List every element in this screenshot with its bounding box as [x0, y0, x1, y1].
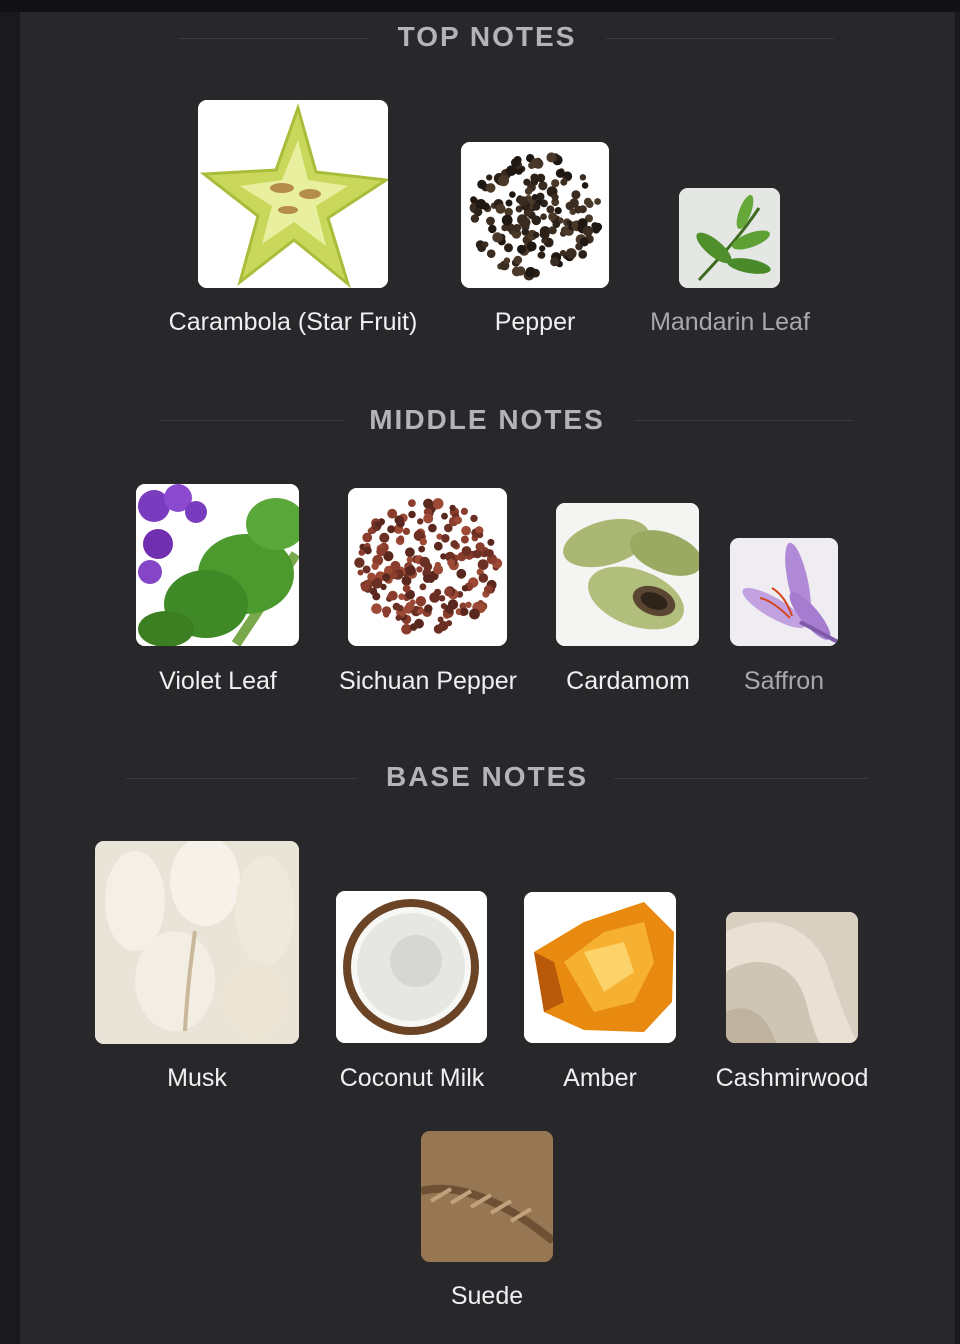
divider-line — [126, 778, 358, 779]
section-title-top-notes: TOP NOTES — [370, 18, 604, 56]
divider-line — [160, 420, 344, 421]
note-label-cardamom: Cardamom — [566, 667, 690, 695]
left-gutter — [0, 12, 20, 1344]
divider-line — [634, 420, 854, 421]
coconut-icon[interactable] — [336, 891, 487, 1043]
note-label-saffron: Saffron — [743, 667, 825, 695]
top-bar — [0, 0, 960, 12]
section-title-base-notes: BASE NOTES — [361, 758, 613, 796]
note-label-sichuan-pepper: Sichuan Pepper — [339, 667, 517, 695]
cashmirwood-icon[interactable] — [726, 912, 858, 1043]
pepper-icon[interactable] — [461, 142, 609, 288]
note-label-suede: Suede — [450, 1282, 524, 1310]
divider-line — [614, 778, 868, 779]
note-label-violet-leaf: Violet Leaf — [159, 667, 277, 695]
amber-icon[interactable] — [524, 892, 676, 1043]
right-gutter — [955, 12, 960, 1344]
section-title-middle-notes: MIDDLE NOTES — [346, 401, 628, 439]
note-label-carambola: Carambola (Star Fruit) — [168, 308, 418, 336]
note-label-coconut-milk: Coconut Milk — [339, 1064, 485, 1092]
mandarin-leaf-icon[interactable] — [679, 188, 780, 288]
star-fruit-icon[interactable] — [198, 100, 388, 288]
divider-line — [606, 38, 834, 39]
suede-icon[interactable] — [421, 1131, 553, 1262]
note-label-cashmirwood: Cashmirwood — [715, 1064, 869, 1092]
note-label-pepper: Pepper — [494, 308, 576, 336]
sichuan-pepper-icon[interactable] — [348, 488, 507, 646]
cardamom-icon[interactable] — [556, 503, 699, 646]
note-label-mandarin-leaf: Mandarin Leaf — [650, 308, 810, 336]
note-label-musk: Musk — [167, 1064, 227, 1092]
divider-line — [178, 38, 368, 39]
saffron-icon[interactable] — [730, 538, 838, 646]
note-label-amber: Amber — [563, 1064, 637, 1092]
musk-icon[interactable] — [95, 841, 299, 1044]
violet-leaf-icon[interactable] — [136, 484, 299, 646]
